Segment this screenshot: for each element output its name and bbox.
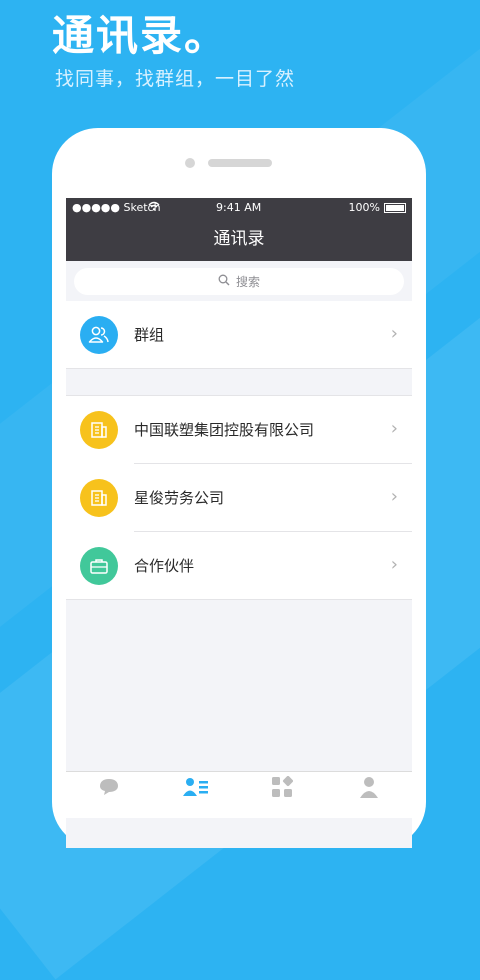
- group-icon: [80, 315, 118, 354]
- section-gap: [66, 368, 412, 396]
- building-icon: [80, 478, 118, 517]
- list-item-label: 中国联塑集团控股有限公司: [134, 421, 315, 439]
- status-time: 9:41 AM: [216, 201, 262, 214]
- status-bar: ●●●●● Sketch 9:41 AM 100%: [66, 198, 412, 217]
- battery-icon: [384, 202, 406, 213]
- promo-subtitle: 找同事，找群组，一目了然: [55, 68, 296, 90]
- phone-screen: ●●●●● Sketch 9:41 AM 100% 通讯录 搜索 群组 › 中国…: [66, 198, 412, 848]
- battery-percent: 100%: [348, 201, 380, 214]
- search-icon: [218, 274, 230, 289]
- chat-icon: [98, 777, 120, 801]
- promo-headline: 通讯录。: [52, 11, 229, 60]
- list-item-label: 群组: [134, 326, 165, 344]
- tab-bar: [66, 771, 412, 818]
- contacts-icon: [182, 776, 209, 802]
- chevron-right-icon: ›: [390, 486, 398, 507]
- phone-speaker: [208, 159, 272, 167]
- chevron-right-icon: ›: [390, 418, 398, 439]
- chevron-right-icon: ›: [390, 554, 398, 575]
- list-item-org[interactable]: 星俊劳务公司 ›: [66, 464, 412, 531]
- list-item-org[interactable]: 中国联塑集团控股有限公司 ›: [66, 396, 412, 463]
- apps-icon: [271, 775, 294, 802]
- list-item-label: 星俊劳务公司: [134, 489, 225, 507]
- building-icon: [80, 410, 118, 449]
- list-item-label: 合作伙伴: [134, 557, 195, 575]
- tab-contacts[interactable]: [182, 778, 210, 800]
- profile-icon: [359, 776, 379, 802]
- nav-title: 通讯录: [66, 217, 412, 261]
- list-item-partners[interactable]: 合作伙伴 ›: [66, 532, 412, 599]
- search-input[interactable]: 搜索: [74, 268, 404, 295]
- phone-frame: ●●●●● Sketch 9:41 AM 100% 通讯录 搜索 群组 › 中国…: [52, 128, 426, 848]
- briefcase-icon: [80, 546, 118, 585]
- tab-profile[interactable]: [355, 776, 383, 802]
- tab-apps[interactable]: [268, 775, 296, 802]
- divider: [66, 599, 412, 600]
- phone-camera: [185, 158, 195, 168]
- search-placeholder: 搜索: [235, 275, 260, 289]
- tab-chat[interactable]: [95, 778, 123, 800]
- chevron-right-icon: ›: [390, 323, 398, 344]
- wifi-icon: [148, 201, 160, 214]
- list-item-groups[interactable]: 群组 ›: [66, 301, 412, 368]
